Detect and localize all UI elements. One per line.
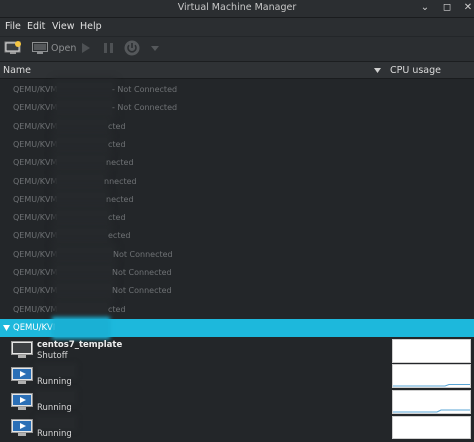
toolbar: Open <box>0 37 474 62</box>
connection-row[interactable]: QEMU/KVM: Not Connected <box>0 246 474 264</box>
connection-status: - Not Connected <box>112 85 178 94</box>
connection-name: QEMU/KVM: <box>13 122 61 131</box>
power-icon[interactable] <box>124 40 140 56</box>
cpu-usage-graph <box>392 416 471 439</box>
connection-name: QEMU/KVM: <box>13 250 61 259</box>
connection-name: QEMU/KVM: <box>13 213 61 222</box>
connection-name: QEMU/KVM: <box>13 140 61 149</box>
vm-row[interactable]: Running <box>0 416 474 442</box>
connection-status: nected <box>106 195 134 204</box>
minimize-icon[interactable]: ⌄ <box>418 1 432 15</box>
menu-help[interactable]: Help <box>80 21 102 32</box>
cpu-column-header[interactable]: CPU usage <box>390 65 441 76</box>
connection-name: QEMU/KVM: <box>13 103 61 112</box>
redacted-host <box>57 284 111 298</box>
title-bar: Virtual Machine Manager ⌄ ◻ ✕ <box>0 0 474 18</box>
menu-edit[interactable]: Edit <box>27 21 45 32</box>
redacted-host <box>57 175 103 189</box>
chevron-down-icon[interactable] <box>151 46 159 51</box>
vm-running-icon <box>11 367 33 384</box>
redacted-host <box>57 193 105 207</box>
redacted-host <box>57 138 107 152</box>
run-icon[interactable] <box>82 43 90 53</box>
connection-name: QEMU/KVM: <box>13 231 61 240</box>
connection-status: cted <box>108 122 126 131</box>
window-title: Virtual Machine Manager <box>177 2 297 13</box>
connection-status: ected <box>108 231 131 240</box>
connection-status: Not Connected <box>112 268 172 277</box>
connection-row[interactable]: QEMU/KVM: Not Connected <box>0 282 474 300</box>
redacted-host <box>57 248 112 262</box>
connection-row[interactable]: QEMU/KVM: Not Connected <box>0 264 474 282</box>
connection-row[interactable]: QEMU/KVM: - Not Connected <box>0 81 474 99</box>
redacted-host <box>57 303 107 317</box>
redacted-host <box>57 229 107 243</box>
connection-status: cted <box>108 305 126 314</box>
connection-row[interactable]: QEMU/KVM: nected <box>0 191 474 209</box>
connection-status: cted <box>108 213 126 222</box>
connection-name: QEMU/KVM: <box>13 85 61 94</box>
connection-row[interactable]: QEMU/KVM: cted <box>0 209 474 227</box>
connection-row[interactable]: QEMU/KVM: cted <box>0 118 474 136</box>
cpu-usage-graph <box>392 364 471 388</box>
cpu-usage-graph <box>392 339 471 363</box>
vm-row[interactable]: centos7_template Shutoff <box>0 338 474 364</box>
maximize-icon[interactable]: ◻ <box>440 1 454 15</box>
selected-connection-row[interactable]: QEMU/KVM: <box>0 319 474 337</box>
connection-name: QEMU/KVM: <box>13 177 61 186</box>
connection-status: cted <box>108 140 126 149</box>
redacted-host <box>57 83 112 97</box>
vm-status: Running <box>37 377 72 387</box>
redacted-host <box>55 320 107 336</box>
connection-name: QEMU/KVM: <box>13 195 61 204</box>
connection-row[interactable]: QEMU/KVM: ected <box>0 227 474 245</box>
vm-off-icon <box>11 341 33 358</box>
connection-status: Not Connected <box>112 286 172 295</box>
connection-row[interactable]: QEMU/KVM: - Not Connected <box>0 99 474 117</box>
redacted-vm-name <box>38 366 74 376</box>
menu-view[interactable]: View <box>52 21 75 32</box>
connection-status: Not Connected <box>113 250 173 259</box>
open-icon[interactable] <box>32 42 48 54</box>
connection-name: QEMU/KVM: <box>13 268 61 277</box>
redacted-host <box>57 156 105 170</box>
menu-file[interactable]: File <box>5 21 21 32</box>
cpu-usage-line <box>393 409 470 413</box>
connection-status: nnected <box>104 177 137 186</box>
connection-row[interactable]: QEMU/KVM: cted <box>0 136 474 154</box>
connection-status: - Not Connected <box>112 103 178 112</box>
redacted-vm-name <box>38 418 74 428</box>
vm-row[interactable]: Running <box>0 364 474 390</box>
cpu-usage-graph <box>392 390 471 414</box>
new-vm-icon[interactable] <box>4 41 22 55</box>
column-header: Name CPU usage <box>0 62 474 79</box>
expander-down-icon[interactable] <box>3 325 10 331</box>
redacted-host <box>57 266 111 280</box>
redacted-host <box>57 120 107 134</box>
vm-status: Shutoff <box>37 351 68 361</box>
vm-status: Running <box>37 403 72 413</box>
connection-row[interactable]: QEMU/KVM: nected <box>0 154 474 172</box>
redacted-vm-name <box>38 392 74 402</box>
cpu-usage-line <box>393 384 470 387</box>
vm-running-icon <box>11 419 33 436</box>
vm-row[interactable]: Running <box>0 390 474 416</box>
vm-status: Running <box>37 429 72 439</box>
redacted-host <box>57 101 112 115</box>
close-icon[interactable]: ✕ <box>461 1 474 15</box>
name-column-header[interactable]: Name <box>3 65 31 76</box>
pause-icon[interactable] <box>104 43 113 53</box>
connection-name: QEMU/KVM: <box>13 305 61 314</box>
open-button[interactable]: Open <box>51 43 76 54</box>
connection-row[interactable]: QEMU/KVM: nnected <box>0 173 474 191</box>
connection-status: nected <box>106 158 134 167</box>
redacted-host <box>57 211 107 225</box>
connection-row[interactable]: QEMU/KVM: cted <box>0 301 474 319</box>
connection-name: QEMU/KVM: <box>13 158 61 167</box>
menu-bar: File Edit View Help <box>0 18 474 36</box>
vm-name: centos7_template <box>37 340 123 350</box>
vm-running-icon <box>11 393 33 410</box>
sort-icon[interactable] <box>374 68 381 73</box>
connection-name: QEMU/KVM: <box>13 286 61 295</box>
